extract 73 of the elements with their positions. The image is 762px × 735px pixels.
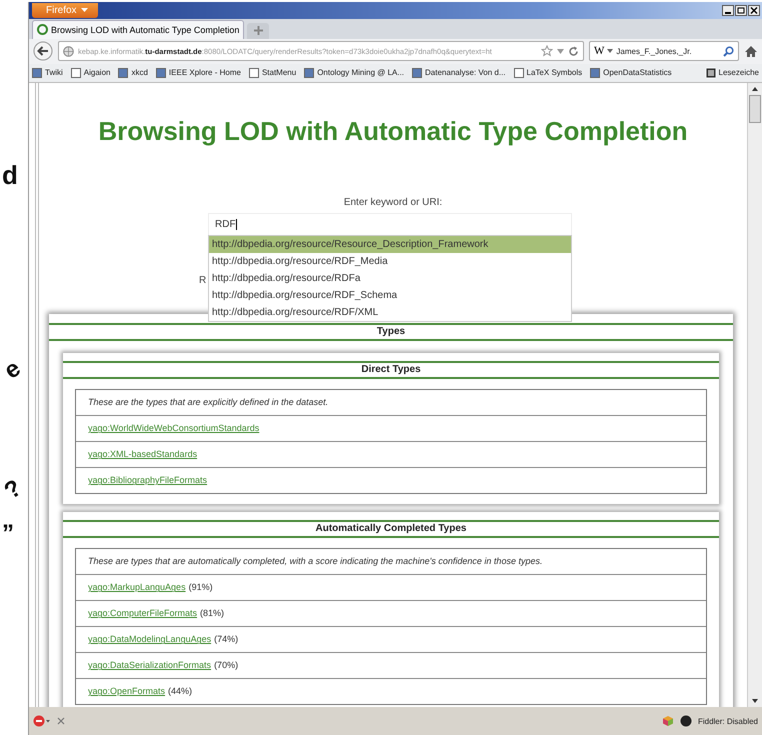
close-icon[interactable] xyxy=(748,4,760,16)
dropdown-arrow-icon[interactable] xyxy=(557,48,564,54)
slide-text: d xyxy=(2,160,18,191)
slide-text: ? xyxy=(0,474,28,506)
type-link[interactable]: yago:XML-basedStandards xyxy=(88,449,198,460)
confidence-score: (74%) xyxy=(214,634,238,644)
globe-icon xyxy=(63,46,74,57)
maximize-icon[interactable] xyxy=(735,4,747,16)
type-link[interactable]: yago:MarkupLanguAges xyxy=(88,582,186,592)
browser-tab[interactable]: Browsing LOD with Automatic Type Completion xyxy=(32,20,244,39)
bookmark[interactable]: Twiki xyxy=(32,68,63,78)
bookmark[interactable]: StatMenu xyxy=(248,68,296,78)
page-icon xyxy=(37,24,48,36)
bookmark-icon xyxy=(156,68,166,78)
caret-icon xyxy=(80,8,88,12)
confidence-score: (70%) xyxy=(214,660,238,670)
section-heading: Automatically Completed Types xyxy=(63,520,719,538)
search-field[interactable]: W James_F._Jones,_Jr. xyxy=(589,41,739,62)
bookmark-icon xyxy=(248,68,259,78)
ball-icon[interactable] xyxy=(680,715,692,728)
confidence-score: (44%) xyxy=(168,686,192,696)
dropdown-arrow-icon[interactable] xyxy=(607,49,614,54)
suggestion-item[interactable]: http://dbpedia.org/resource/RDF_Schema xyxy=(209,286,571,304)
bookmark[interactable]: LaTeX Symbols xyxy=(514,68,582,78)
suggestion-item[interactable]: http://dbpedia.org/resource/RDF/XML xyxy=(209,304,571,321)
type-link[interactable]: yago:BibliographyFileFormats xyxy=(88,475,208,486)
confidence-score: (91%) xyxy=(188,582,213,592)
bookmark[interactable]: Datenanalyse: Von d... xyxy=(412,68,506,78)
type-link[interactable]: yago:DataSerializationFormats xyxy=(88,660,212,670)
suggestion-item[interactable]: http://dbpedia.org/resource/RDFa xyxy=(209,270,571,287)
panel-heading: Types xyxy=(49,322,733,341)
back-icon[interactable] xyxy=(33,41,53,62)
search-icon[interactable] xyxy=(723,46,734,57)
bookmark-icon xyxy=(412,68,422,78)
bookmark[interactable]: Ontology Mining @ LA... xyxy=(304,68,404,78)
cube-icon[interactable] xyxy=(662,715,674,728)
bookmark[interactable]: xkcd xyxy=(118,68,148,78)
suggestion-item[interactable]: http://dbpedia.org/resource/RDF_Media xyxy=(209,252,571,270)
bookmarks-icon xyxy=(706,68,716,78)
type-link[interactable]: yago:OpenFormats xyxy=(88,686,166,696)
slide-text: e xyxy=(0,354,26,386)
section-heading: Direct Types xyxy=(63,360,719,379)
description-text: These are the types that are explicitly defined in the dataset. xyxy=(88,397,328,408)
slide-text: ” xyxy=(2,520,14,548)
type-link[interactable]: yago:WorldWideWebConsortiumStandards xyxy=(88,423,260,434)
scrollbar-thumb[interactable] xyxy=(749,94,761,123)
bookmark-icon xyxy=(118,68,128,78)
home-icon[interactable] xyxy=(744,44,758,58)
page-heading: Browsing LOD with Automatic Type Completion xyxy=(97,114,689,147)
type-link[interactable]: yago:ComputerFileFormats xyxy=(88,608,198,618)
bookmark-icon xyxy=(590,68,600,78)
minimize-icon[interactable] xyxy=(722,4,734,16)
stop-sign-icon[interactable] xyxy=(33,715,51,728)
status-text: Fiddler: Disabled xyxy=(698,716,758,726)
confidence-score: (81%) xyxy=(200,608,224,618)
star-icon[interactable] xyxy=(541,45,553,58)
covered-text: R xyxy=(199,274,206,286)
bookmark-icon xyxy=(32,68,42,78)
bookmark-icon xyxy=(70,68,81,78)
bookmark-icon xyxy=(514,68,524,78)
suggestion-item[interactable]: http://dbpedia.org/resource/Resource_Description_Framework xyxy=(209,236,571,253)
description-text: These are types that are automatically completed, with a score indicating the machine's confidence in those types. xyxy=(88,556,542,566)
scrollbar[interactable] xyxy=(747,82,762,708)
bookmarks-menu[interactable]: Lesezeiche xyxy=(706,68,759,78)
type-link[interactable]: yago:DataModelingLanguAges xyxy=(88,634,212,644)
text-cursor xyxy=(236,218,237,230)
bookmark[interactable]: OpenDataStatistics xyxy=(590,68,672,78)
bookmark[interactable]: IEEE Xplore - Home xyxy=(156,68,241,78)
new-tab-button[interactable] xyxy=(247,22,270,39)
field-label: Enter keyword or URI: xyxy=(342,196,444,210)
bookmark-icon xyxy=(304,68,314,78)
bookmark[interactable]: Aigaion xyxy=(70,68,110,78)
reload-icon[interactable] xyxy=(568,46,579,57)
